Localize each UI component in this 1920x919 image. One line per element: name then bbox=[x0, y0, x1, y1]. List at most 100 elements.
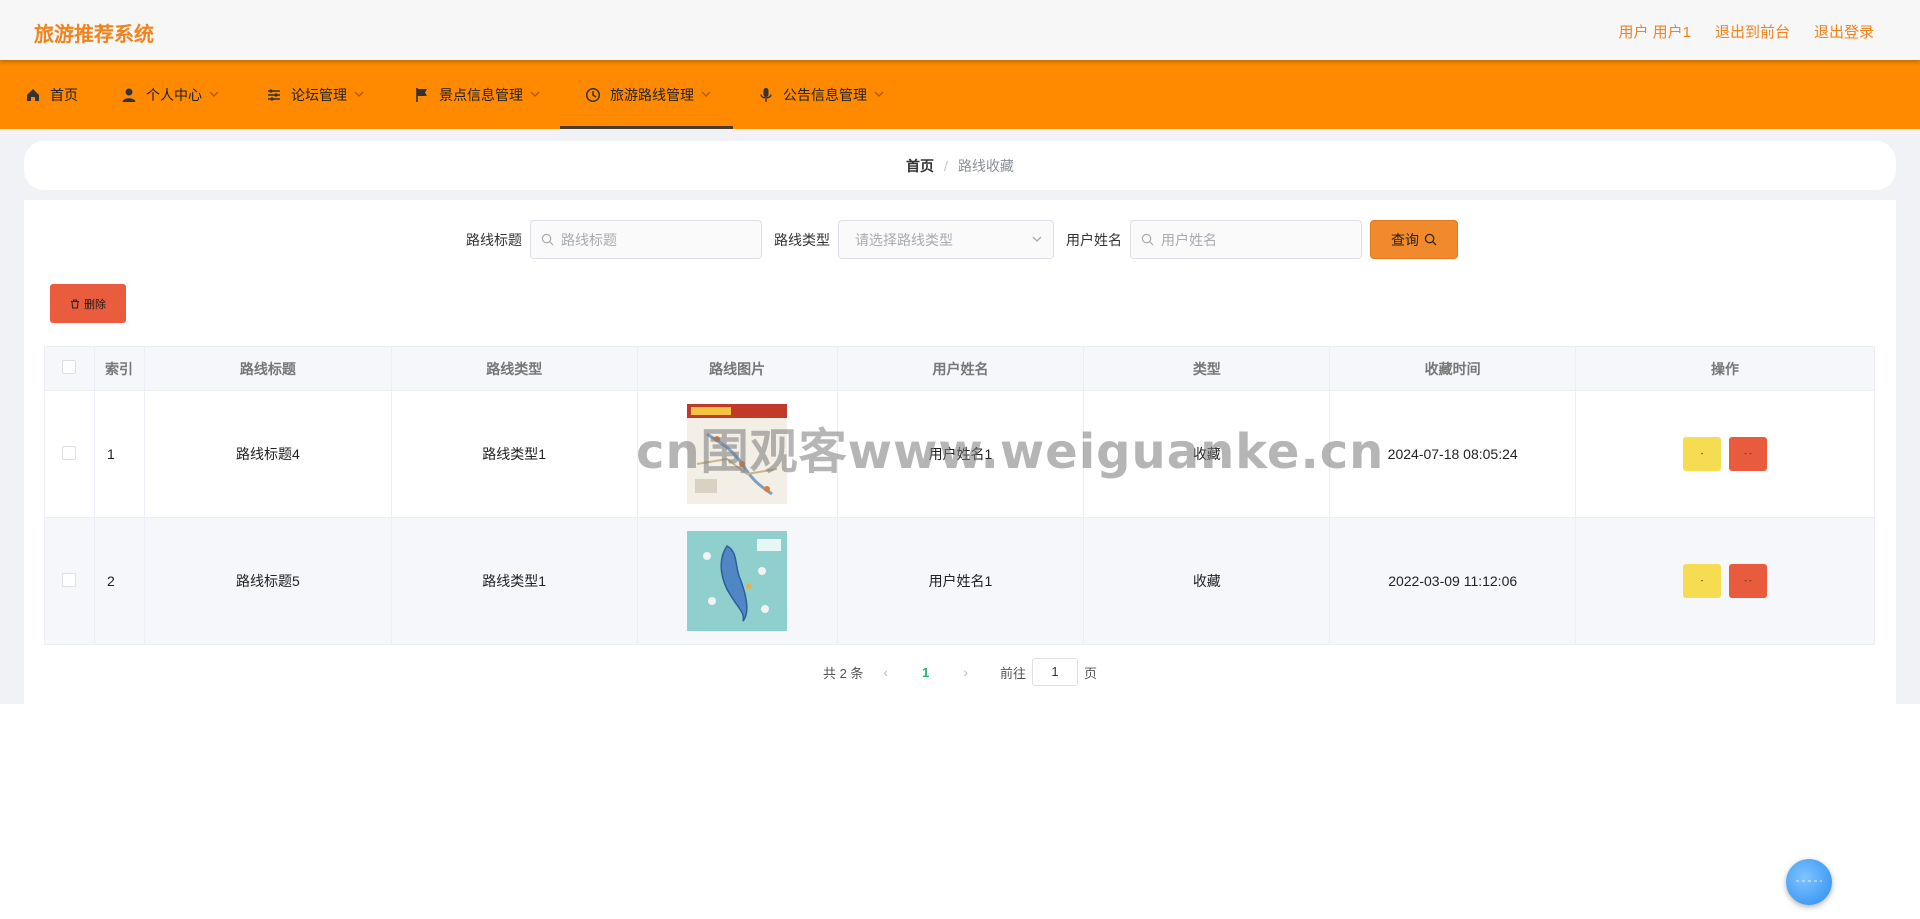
sliders-icon bbox=[265, 86, 283, 104]
row-actions: -- - bbox=[1575, 390, 1875, 518]
nav-label-forum: 论坛管理 bbox=[291, 86, 347, 103]
route-title-label: 路线标题 bbox=[466, 231, 522, 248]
row-route-image-cell bbox=[636, 517, 838, 645]
row-kind: 收藏 bbox=[1083, 517, 1331, 645]
row-user-name: 用户姓名1 bbox=[836, 390, 1085, 518]
route-type-select[interactable]: 请选择路线类型 bbox=[838, 220, 1054, 259]
select-all-checkbox[interactable] bbox=[62, 360, 77, 374]
view-button[interactable]: - bbox=[1683, 437, 1722, 471]
chevron-down-icon bbox=[529, 88, 543, 102]
breadcrumb: 首页 / 路线收藏 bbox=[24, 141, 1896, 190]
prev-page-icon[interactable]: ‹ bbox=[877, 664, 894, 680]
search-icon bbox=[1141, 233, 1155, 247]
column-header: 操作 bbox=[1575, 346, 1875, 391]
user-name-placeholder: 用户姓名 bbox=[1161, 231, 1217, 248]
view-button[interactable]: - bbox=[1683, 564, 1722, 598]
nav-label-routes: 旅游路线管理 bbox=[610, 86, 694, 103]
column-header: 路线类型 bbox=[390, 346, 638, 391]
flag-icon bbox=[413, 86, 431, 104]
chevron-down-icon bbox=[1031, 232, 1043, 248]
nav-item-home[interactable]: 首页 bbox=[0, 60, 100, 129]
home-icon bbox=[24, 86, 42, 104]
table-row: 1 路线标题4 路线类型1 用户姓名1 收藏 2024-07-18 08:05:… bbox=[44, 390, 1875, 518]
remove-button[interactable]: - - bbox=[1729, 564, 1768, 598]
goto-page-input[interactable]: 1 bbox=[1032, 658, 1079, 686]
table-row: 2 路线标题5 路线类型1 用户姓名1 收藏 2022-03-09 11:12:… bbox=[44, 517, 1875, 645]
column-header: 路线图片 bbox=[636, 346, 838, 391]
user-icon bbox=[120, 86, 138, 104]
row-select-cell bbox=[44, 517, 95, 645]
row-route-image-cell bbox=[636, 390, 838, 518]
user-name-input[interactable]: 用户姓名 bbox=[1130, 220, 1362, 259]
column-header: 用户姓名 bbox=[836, 346, 1085, 391]
row-time: 2024-07-18 08:05:24 bbox=[1329, 390, 1577, 518]
remove-button[interactable]: - - bbox=[1729, 437, 1768, 471]
nav-label-home: 首页 bbox=[50, 86, 78, 103]
delete-button-label: 删除 bbox=[84, 298, 106, 311]
current-user[interactable]: 用户 用户1 bbox=[1618, 21, 1691, 42]
header-actions: 用户 用户1 退出到前台 退出登录 bbox=[1618, 21, 1874, 42]
favorites-table: 索引 路线标题 路线类型 路线图片 用户姓名 类型 收藏时间 操作 1 路线标题… bbox=[44, 346, 1875, 645]
query-button-label: 查询 bbox=[1391, 231, 1419, 248]
mic-icon bbox=[757, 86, 775, 104]
nav-label-attractions: 景点信息管理 bbox=[439, 86, 523, 103]
nav-item-routes[interactable]: 旅游路线管理 bbox=[560, 60, 733, 129]
column-header: 类型 bbox=[1083, 346, 1331, 391]
chevron-down-icon bbox=[208, 88, 222, 102]
chevron-down-icon bbox=[353, 88, 367, 102]
pagination: 共 2 条 ‹ 1 › 前往 1 页 bbox=[24, 658, 1896, 686]
nav-item-announcements[interactable]: 公告信息管理 bbox=[733, 60, 903, 129]
search-icon bbox=[541, 233, 555, 247]
table-header-row: 索引 路线标题 路线类型 路线图片 用户姓名 类型 收藏时间 操作 bbox=[44, 346, 1875, 391]
column-header: 路线标题 bbox=[143, 346, 392, 391]
chevron-down-icon bbox=[873, 88, 887, 102]
row-route-type: 路线类型1 bbox=[390, 517, 638, 645]
delete-button[interactable]: 删除 bbox=[50, 284, 126, 323]
page-number[interactable]: 1 bbox=[908, 665, 943, 680]
route-map-thumbnail[interactable] bbox=[687, 404, 788, 504]
breadcrumb-current: 路线收藏 bbox=[957, 157, 1014, 174]
main-nav: 首页 个人中心 论坛管理 景点信息管理 旅游路线管理 公告信息管理 bbox=[0, 60, 1920, 129]
column-header: 索引 bbox=[93, 346, 145, 391]
nav-label-announcements: 公告信息管理 bbox=[783, 86, 867, 103]
next-page-icon[interactable]: › bbox=[957, 664, 974, 680]
nav-item-attractions[interactable]: 景点信息管理 bbox=[389, 60, 560, 129]
query-button[interactable]: 查询 bbox=[1370, 220, 1458, 259]
row-checkbox[interactable] bbox=[62, 445, 77, 460]
row-kind: 收藏 bbox=[1083, 390, 1331, 518]
row-index: 2 bbox=[93, 517, 145, 645]
route-map-thumbnail[interactable] bbox=[687, 531, 788, 631]
floating-assistant-button[interactable] bbox=[1786, 859, 1832, 905]
page-jump: 前往 1 页 bbox=[1000, 658, 1097, 686]
exit-to-front-link[interactable]: 退出到前台 bbox=[1715, 21, 1790, 42]
breadcrumb-home[interactable]: 首页 bbox=[906, 156, 934, 176]
nav-label-personal-center: 个人中心 bbox=[146, 86, 202, 103]
breadcrumb-separator: / bbox=[944, 157, 948, 174]
row-select-cell bbox=[44, 390, 95, 518]
goto-label: 前往 bbox=[1000, 665, 1027, 681]
top-header: 旅游推荐系统 用户 用户1 退出到前台 退出登录 bbox=[0, 0, 1920, 60]
search-icon bbox=[1424, 233, 1437, 246]
route-title-placeholder: 路线标题 bbox=[561, 231, 617, 248]
nav-item-personal-center[interactable]: 个人中心 bbox=[100, 60, 245, 129]
route-type-label: 路线类型 bbox=[774, 231, 830, 248]
row-route-title: 路线标题5 bbox=[143, 517, 392, 645]
nav-item-forum[interactable]: 论坛管理 bbox=[245, 60, 389, 129]
row-route-type: 路线类型1 bbox=[390, 390, 638, 518]
route-title-input[interactable]: 路线标题 bbox=[530, 220, 762, 259]
row-actions: -- - bbox=[1575, 517, 1875, 645]
trash-icon bbox=[70, 299, 80, 309]
row-time: 2022-03-09 11:12:06 bbox=[1329, 517, 1577, 645]
row-checkbox[interactable] bbox=[62, 572, 77, 587]
dots-icon bbox=[1794, 873, 1824, 891]
route-type-placeholder: 请选择路线类型 bbox=[855, 231, 953, 248]
user-name-label: 用户姓名 bbox=[1066, 231, 1122, 248]
page-suffix: 页 bbox=[1084, 665, 1098, 681]
row-route-title: 路线标题4 bbox=[143, 390, 392, 518]
chevron-down-icon bbox=[700, 88, 714, 102]
pagination-total: 共 2 条 bbox=[822, 665, 864, 681]
main-panel: 路线标题 路线标题 路线类型 请选择路线类型 用户姓名 用户姓名 查询 删除 索… bbox=[24, 200, 1896, 704]
row-index: 1 bbox=[93, 390, 145, 518]
app-logo: 旅游推荐系统 bbox=[34, 24, 154, 46]
logout-link[interactable]: 退出登录 bbox=[1814, 21, 1874, 42]
